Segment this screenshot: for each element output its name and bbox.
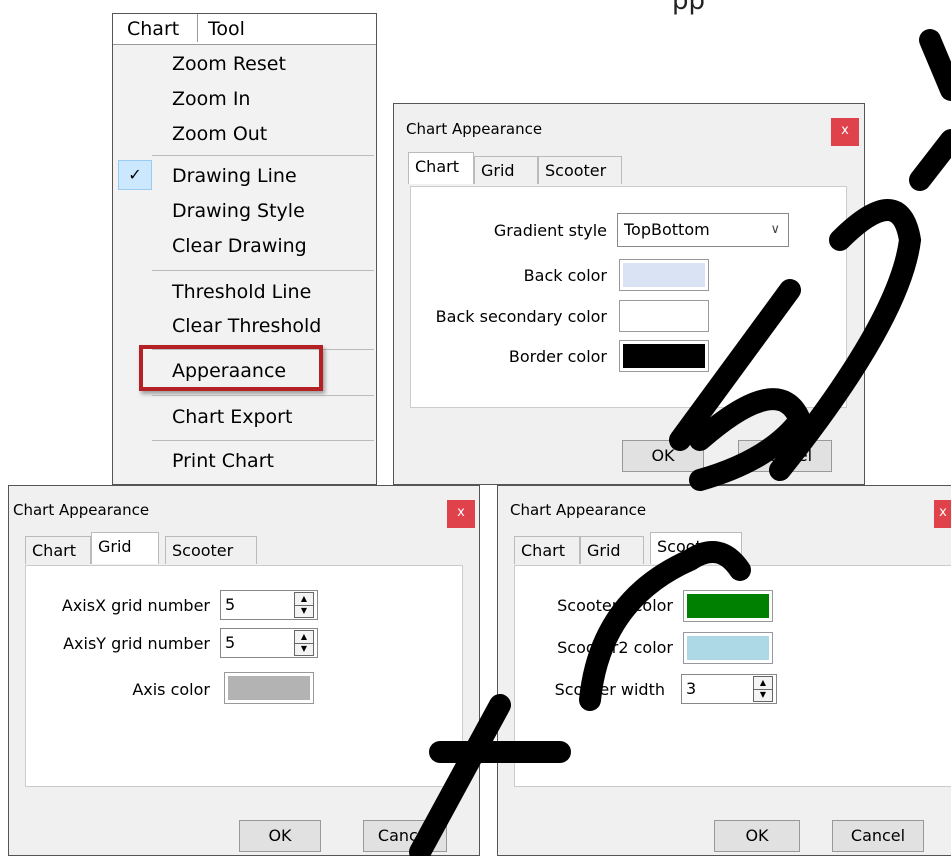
dialog-title: Chart Appearance bbox=[406, 120, 543, 138]
tab-strip: Chart Grid Scooter bbox=[25, 532, 465, 566]
spin-down-icon[interactable]: ▼ bbox=[754, 689, 772, 701]
menu-item-print-chart[interactable]: Print Chart bbox=[172, 446, 274, 476]
chevron-down-icon: ∨ bbox=[770, 222, 780, 237]
close-icon[interactable]: x bbox=[934, 500, 951, 528]
menu-item-zoom-in[interactable]: Zoom In bbox=[172, 84, 250, 114]
scooter2-color-swatch[interactable] bbox=[683, 632, 773, 664]
spin-down-icon[interactable]: ▼ bbox=[295, 643, 313, 655]
menu-tab-tool[interactable]: Tool bbox=[197, 14, 245, 42]
back-color-swatch[interactable] bbox=[619, 259, 709, 291]
menu-separator bbox=[152, 440, 374, 441]
menu-item-drawing-style[interactable]: Drawing Style bbox=[172, 196, 305, 226]
tab-strip: Chart Grid Scooter bbox=[408, 152, 848, 186]
back-secondary-color-swatch[interactable] bbox=[619, 300, 709, 332]
appearance-highlight-box bbox=[139, 345, 323, 391]
chart-appearance-dialog: Chart Appearance x Chart Grid Scooter Gr… bbox=[393, 103, 865, 485]
menu-item-drawing-line[interactable]: Drawing Line bbox=[172, 161, 297, 191]
tab-panel: AxisX grid number 5 ▲ ▼ AxisY grid numbe… bbox=[25, 565, 463, 787]
menu-item-chart-export[interactable]: Chart Export bbox=[172, 402, 292, 432]
tab-scooter[interactable]: Scooter bbox=[165, 536, 257, 564]
menu-item-zoom-reset[interactable]: Zoom Reset bbox=[172, 49, 286, 79]
scooter2-color-label: Scooter2 color bbox=[557, 638, 673, 657]
border-color-swatch[interactable] bbox=[619, 340, 709, 372]
tab-grid[interactable]: Grid bbox=[91, 532, 159, 564]
tab-grid[interactable]: Grid bbox=[474, 156, 538, 184]
axisy-spinner[interactable]: ▲ ▼ bbox=[294, 630, 314, 656]
axisx-spinner[interactable]: ▲ ▼ bbox=[294, 592, 314, 618]
scooter-appearance-dialog: Chart Appearance x Chart Grid Scooter Sc… bbox=[497, 485, 951, 856]
menu-separator bbox=[152, 155, 374, 156]
tab-panel: Gradient style TopBottom ∨ Back color Ba… bbox=[410, 186, 847, 408]
tab-chart[interactable]: Chart bbox=[514, 536, 580, 564]
tab-scooter[interactable]: Scooter bbox=[538, 156, 622, 184]
gradient-style-value: TopBottom bbox=[624, 220, 710, 239]
watermark-stroke bbox=[909, 129, 951, 191]
menu-item-zoom-out[interactable]: Zoom Out bbox=[172, 119, 267, 149]
tab-scooter[interactable]: Scooter bbox=[650, 532, 742, 564]
tab-panel: Scooter1 color Scooter2 color Scooter wi… bbox=[514, 565, 951, 787]
axisx-grid-number-label: AxisX grid number bbox=[61, 596, 210, 615]
menu-separator bbox=[152, 395, 374, 396]
ok-button[interactable]: OK bbox=[239, 820, 321, 852]
spin-down-icon[interactable]: ▼ bbox=[295, 605, 313, 617]
border-color-label: Border color bbox=[508, 347, 607, 366]
close-icon[interactable]: x bbox=[447, 500, 475, 528]
scooter-width-label: Scooter width bbox=[554, 680, 665, 699]
gradient-style-select[interactable]: TopBottom ∨ bbox=[617, 213, 789, 247]
scooter1-color-swatch[interactable] bbox=[683, 590, 773, 622]
cancel-button[interactable]: Cancel bbox=[738, 440, 832, 472]
back-color-label: Back color bbox=[523, 266, 607, 285]
menu-item-threshold-line[interactable]: Threshold Line bbox=[172, 277, 311, 307]
tab-chart[interactable]: Chart bbox=[25, 536, 91, 564]
axis-color-swatch[interactable] bbox=[224, 672, 314, 704]
watermark-stroke bbox=[919, 29, 951, 101]
menu-tab-chart[interactable]: Chart bbox=[127, 14, 179, 44]
cancel-button[interactable]: Cancel bbox=[832, 820, 924, 852]
dialog-title: Chart Appearance bbox=[13, 501, 150, 519]
axis-color-label: Axis color bbox=[132, 680, 210, 699]
menu-bar: Chart Tool bbox=[113, 14, 376, 45]
cancel-button[interactable]: Cancel bbox=[363, 820, 447, 852]
back-secondary-color-label: Back secondary color bbox=[435, 307, 607, 326]
ok-button[interactable]: OK bbox=[714, 820, 800, 852]
menu-item-clear-threshold[interactable]: Clear Threshold bbox=[172, 311, 321, 341]
check-icon: ✓ bbox=[118, 160, 152, 190]
header-fragment-text: pp bbox=[672, 0, 706, 16]
tab-strip: Chart Grid Scooter bbox=[514, 532, 944, 566]
tab-grid[interactable]: Grid bbox=[580, 536, 644, 564]
menu-separator bbox=[152, 270, 374, 271]
axisy-grid-number-label: AxisY grid number bbox=[63, 634, 210, 653]
close-icon[interactable]: x bbox=[831, 118, 859, 146]
grid-appearance-dialog: Chart Appearance x Chart Grid Scooter Ax… bbox=[8, 485, 480, 856]
scooter-width-spinner[interactable]: ▲ ▼ bbox=[753, 676, 773, 702]
scooter1-color-label: Scooter1 color bbox=[557, 596, 673, 615]
tab-chart[interactable]: Chart bbox=[408, 152, 474, 184]
menu-item-clear-drawing[interactable]: Clear Drawing bbox=[172, 231, 307, 261]
dialog-title: Chart Appearance bbox=[510, 501, 647, 519]
ok-button[interactable]: OK bbox=[622, 440, 704, 472]
gradient-style-label: Gradient style bbox=[493, 221, 607, 240]
